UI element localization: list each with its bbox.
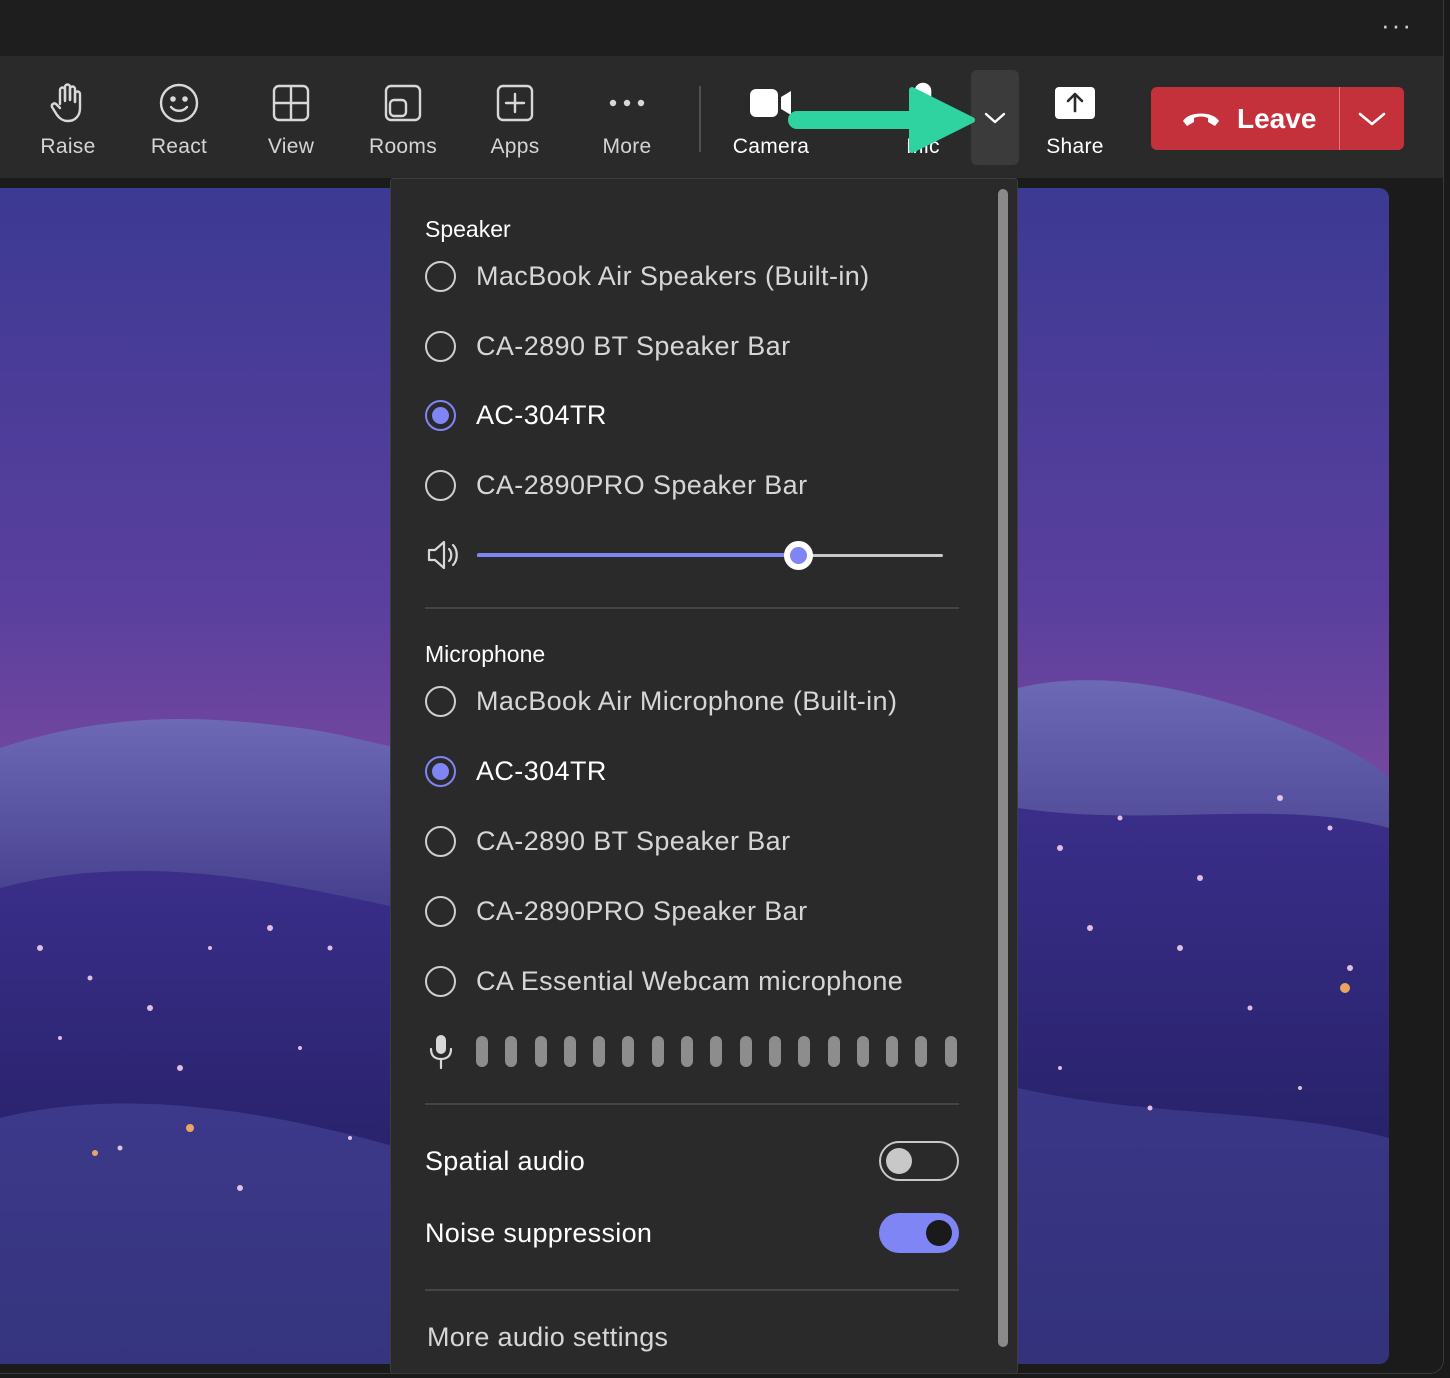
level-bar	[944, 1036, 957, 1067]
annotation-arrow-icon	[788, 87, 975, 153]
radio-button[interactable]	[425, 469, 456, 501]
speaker-volume-icon	[427, 540, 458, 570]
microphone-option-label: CA Essential Webcam microphone	[476, 965, 904, 996]
leave-label: Leave	[1237, 102, 1317, 134]
share-button[interactable]: Share	[1040, 57, 1110, 178]
radio-button[interactable]	[425, 260, 456, 292]
react-label: React	[150, 135, 208, 158]
leave-options-dropdown[interactable]	[1340, 87, 1404, 150]
speaker-option-label: AC-304TR	[476, 399, 607, 430]
rooms-button[interactable]: Rooms	[366, 57, 440, 178]
react-button[interactable]: React	[146, 57, 212, 178]
slider-thumb[interactable]	[783, 541, 813, 570]
level-bar	[886, 1036, 899, 1067]
raise-hand-button[interactable]: Raise	[36, 57, 100, 178]
speaker-option[interactable]: MacBook Air Speakers (Built-in)	[425, 256, 870, 296]
level-bar	[534, 1036, 547, 1067]
grid-view-icon	[269, 81, 313, 125]
radio-button[interactable]	[425, 965, 456, 997]
speaker-option[interactable]: CA-2890PRO Speaker Bar	[425, 465, 807, 505]
more-button[interactable]: More	[598, 57, 656, 178]
level-bar	[622, 1036, 635, 1067]
level-bars	[476, 1036, 957, 1067]
radio-button[interactable]	[425, 685, 456, 717]
microphone-icon	[429, 1035, 453, 1070]
microphone-option-selected[interactable]: AC-304TR	[425, 751, 607, 791]
radio-button-selected[interactable]	[425, 399, 456, 431]
radio-button[interactable]	[425, 330, 456, 362]
microphone-option[interactable]: MacBook Air Microphone (Built-in)	[425, 681, 897, 721]
speaker-option-label: MacBook Air Speakers (Built-in)	[476, 260, 870, 291]
section-divider	[425, 607, 959, 609]
chevron-down-icon	[1358, 112, 1386, 125]
microphone-option[interactable]: CA-2890 BT Speaker Bar	[425, 821, 790, 861]
speaker-option-selected[interactable]: AC-304TR	[425, 395, 607, 435]
level-bar	[593, 1036, 606, 1067]
view-label: View	[267, 135, 315, 158]
leave-button[interactable]: Leave	[1151, 87, 1339, 150]
noise-suppression-label: Noise suppression	[425, 1217, 653, 1248]
microphone-option-label: CA-2890PRO Speaker Bar	[476, 895, 808, 926]
more-audio-settings-link[interactable]: More audio settings	[427, 1322, 668, 1353]
microphone-option[interactable]: CA-2890PRO Speaker Bar	[425, 891, 807, 931]
window-more-button[interactable]: ···	[1381, 10, 1413, 41]
radio-button[interactable]	[425, 895, 456, 927]
microphone-option[interactable]: CA Essential Webcam microphone	[425, 961, 903, 1001]
speaker-section-title: Speaker	[425, 216, 511, 242]
hang-up-phone-icon	[1183, 113, 1219, 126]
more-label: More	[602, 135, 652, 158]
spatial-audio-label: Spatial audio	[425, 1145, 586, 1176]
level-bar	[681, 1036, 694, 1067]
title-bar: ···	[0, 0, 1443, 57]
level-bar	[856, 1036, 869, 1067]
level-bar	[651, 1036, 664, 1067]
apps-label: Apps	[490, 135, 540, 158]
breakout-rooms-icon	[381, 81, 425, 125]
add-app-icon	[493, 81, 537, 125]
level-bar	[827, 1036, 840, 1067]
smiley-icon	[157, 81, 201, 125]
audio-device-settings-panel: Speaker MacBook Air Speakers (Built-in) …	[390, 178, 1018, 1373]
toolbar-divider	[699, 86, 701, 152]
speaker-option-label: CA-2890PRO Speaker Bar	[476, 469, 808, 500]
radio-button[interactable]	[425, 825, 456, 857]
microphone-option-label: MacBook Air Microphone (Built-in)	[476, 685, 898, 716]
spatial-audio-row: Spatial audio	[425, 1140, 959, 1182]
spatial-audio-toggle[interactable]	[879, 1141, 959, 1181]
mic-device-settings-dropdown[interactable]	[971, 70, 1019, 165]
speaker-option-label: CA-2890 BT Speaker Bar	[476, 330, 791, 361]
level-bar	[476, 1036, 488, 1067]
slider-fill	[477, 553, 799, 557]
level-bar	[505, 1036, 518, 1067]
share-screen-icon	[1053, 81, 1097, 125]
section-divider	[425, 1289, 959, 1291]
level-bar	[915, 1036, 928, 1067]
speaker-volume-slider[interactable]	[425, 535, 945, 575]
raise-label: Raise	[40, 135, 96, 158]
microphone-section-title: Microphone	[425, 641, 546, 667]
microphone-level-meter	[425, 1029, 965, 1073]
level-bar	[768, 1036, 781, 1067]
panel-scrollbar[interactable]	[998, 189, 1008, 1347]
level-bar	[798, 1036, 811, 1067]
noise-suppression-toggle[interactable]	[879, 1213, 959, 1253]
noise-suppression-row: Noise suppression	[425, 1212, 959, 1254]
microphone-option-label: CA-2890 BT Speaker Bar	[476, 825, 791, 856]
apps-button[interactable]: Apps	[486, 57, 544, 178]
level-bar	[739, 1036, 752, 1067]
teams-meeting-window: ··· Raise React View Rooms Apps More Cam…	[0, 0, 1444, 1374]
view-button[interactable]: View	[262, 57, 320, 178]
rooms-label: Rooms	[368, 135, 438, 158]
leave-button-group: Leave	[1151, 87, 1404, 150]
speaker-option[interactable]: CA-2890 BT Speaker Bar	[425, 326, 790, 366]
share-label: Share	[1046, 135, 1104, 158]
radio-button-selected[interactable]	[425, 755, 456, 787]
chevron-down-icon	[984, 112, 1006, 123]
level-bar	[710, 1036, 723, 1067]
ellipsis-icon	[605, 81, 649, 125]
microphone-option-label: AC-304TR	[476, 755, 607, 786]
hand-icon	[46, 81, 90, 125]
level-bar	[563, 1036, 576, 1067]
section-divider	[425, 1103, 959, 1105]
